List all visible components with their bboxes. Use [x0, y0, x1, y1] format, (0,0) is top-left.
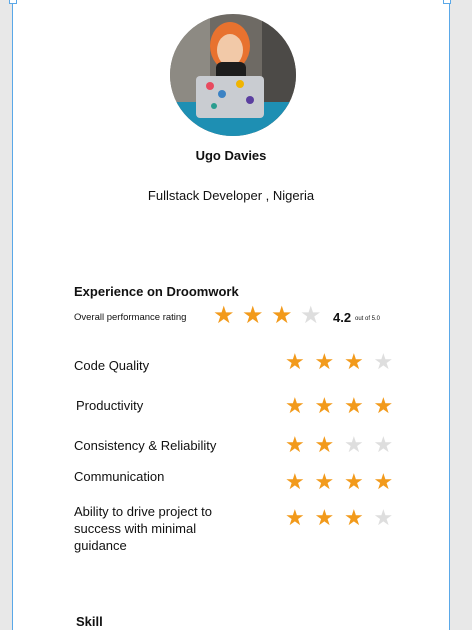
star-icon: ★ — [300, 302, 322, 329]
star-icon: ★ — [373, 505, 394, 530]
star-icon: ★ — [344, 349, 364, 374]
category-label-code-quality: Code Quality — [74, 358, 150, 373]
overall-rating-suffix: out of 5.0 — [355, 316, 381, 322]
star-icon: ★ — [242, 302, 264, 329]
star-icon: ★ — [344, 393, 364, 418]
star-icon: ★ — [271, 302, 293, 329]
category-stars-consistency: ★ ★ ★ ★ — [285, 433, 403, 457]
star-icon: ★ — [285, 349, 305, 374]
star-icon: ★ — [344, 432, 364, 457]
star-icon: ★ — [344, 505, 364, 530]
star-icon: ★ — [213, 302, 235, 329]
star-icon: ★ — [373, 349, 394, 374]
skill-section-title: Skill — [76, 614, 103, 629]
star-icon: ★ — [373, 432, 394, 457]
resize-handle-right[interactable] — [443, 0, 451, 4]
profile-role: Fullstack Developer , Nigeria — [147, 188, 315, 203]
experience-title: Experience on Droomwork — [74, 284, 239, 299]
category-label-communication: Communication — [74, 469, 165, 484]
star-icon: ★ — [314, 393, 335, 418]
star-icon: ★ — [373, 393, 394, 418]
overall-rating-label: Overall performance rating — [74, 312, 187, 323]
star-icon: ★ — [314, 469, 335, 494]
category-stars-ability-to-drive: ★ ★ ★ ★ — [285, 506, 403, 530]
overall-rating-stars: ★ ★ ★ ★ — [213, 302, 329, 330]
category-stars-code-quality: ★ ★ ★ ★ — [285, 350, 403, 374]
star-icon: ★ — [285, 469, 305, 494]
star-icon: ★ — [285, 432, 305, 457]
category-stars-productivity: ★ ★ ★ ★ — [285, 394, 403, 418]
category-label-productivity: Productivity — [76, 398, 144, 413]
profile-name: Ugo Davies — [195, 148, 267, 163]
overall-rating-value: 4.2 — [333, 310, 352, 325]
resize-handle-left[interactable] — [9, 0, 17, 4]
star-icon: ★ — [373, 469, 394, 494]
star-icon: ★ — [344, 469, 364, 494]
star-icon: ★ — [314, 349, 335, 374]
star-icon: ★ — [314, 505, 335, 530]
category-label-consistency: Consistency & Reliability — [74, 438, 217, 453]
star-icon: ★ — [285, 505, 305, 530]
profile-card: Ugo Davies Fullstack Developer , Nigeria… — [9, 0, 451, 630]
avatar — [170, 14, 296, 136]
star-icon: ★ — [285, 393, 305, 418]
star-icon: ★ — [314, 432, 335, 457]
category-label-ability-to-drive: Ability to drive project to success with… — [74, 504, 213, 553]
category-stars-communication: ★ ★ ★ ★ — [285, 470, 403, 494]
avatar-photo — [170, 14, 296, 136]
